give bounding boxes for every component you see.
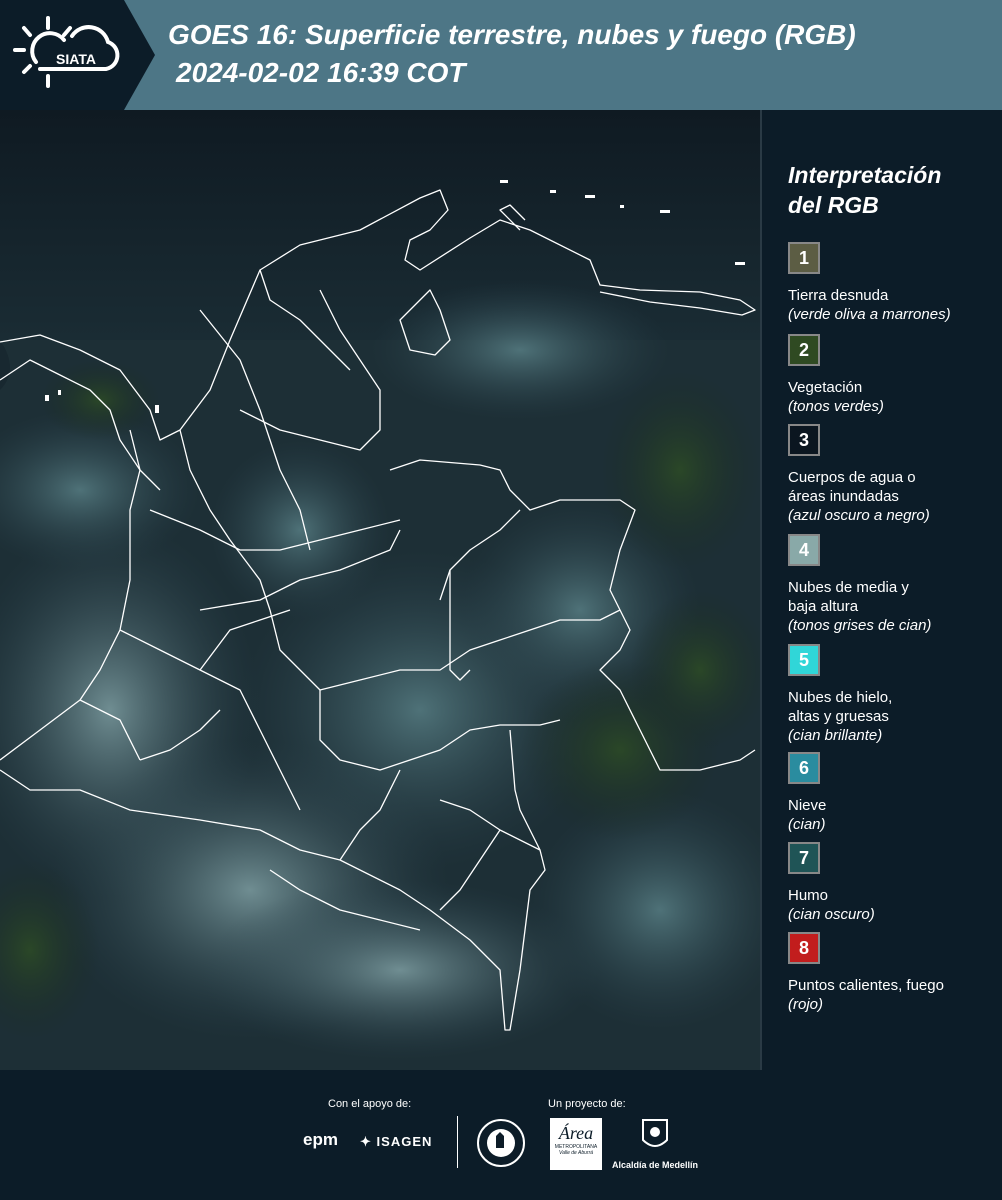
isagen-logo: ✦ ISAGEN (360, 1134, 432, 1150)
footer: Con el apoyo de: Un proyecto de: epm ✦ I… (0, 1070, 1002, 1200)
project-caption: Un proyecto de: (548, 1098, 626, 1110)
legend-swatch: 7 (788, 842, 820, 874)
legend-swatch: 1 (788, 242, 820, 274)
legend-swatch: 8 (788, 932, 820, 964)
area-metropolitana-logo: Área METROPOLITANA Valle de Aburrá (550, 1118, 602, 1170)
legend-sublabel: (azul oscuro a negro) (788, 507, 930, 524)
page-title: GOES 16: Superficie terrestre, nubes y f… (168, 16, 856, 92)
legend-swatch: 2 (788, 334, 820, 366)
legend-swatch: 3 (788, 424, 820, 456)
legend-sublabel: (cian brillante) (788, 727, 883, 744)
legend-swatch: 6 (788, 752, 820, 784)
legend-item: 8 Puntos calientes, fuego (rojo) (788, 932, 988, 1014)
legend-panel: Interpretación del RGB (788, 160, 998, 240)
legend-item: 1 Tierra desnuda (verde oliva a marrones) (788, 242, 988, 324)
legend-label: Cuerpos de agua o áreas inundadas (788, 469, 916, 505)
legend-label: Vegetación (788, 379, 863, 396)
support-caption: Con el apoyo de: (328, 1098, 412, 1110)
footer-divider (457, 1116, 458, 1168)
title-line2: 2024-02-02 16:39 COT (176, 57, 466, 88)
legend-item: 7 Humo (cian oscuro) (788, 842, 988, 924)
epm-logo: epm (303, 1130, 338, 1149)
legend-label: Puntos calientes, fuego (788, 977, 944, 994)
legend-label: Nieve (788, 797, 827, 814)
legend-title: Interpretación del RGB (788, 162, 942, 218)
legend-label: Nubes de media y baja altura (788, 579, 909, 615)
legend-sublabel: (tonos verdes) (788, 398, 884, 415)
legend-swatch: 4 (788, 534, 820, 566)
area-sub-text: Valle de Aburrá (558, 1150, 594, 1156)
legend-sublabel: (cian oscuro) (788, 906, 875, 923)
isagen-label: ISAGEN (376, 1134, 433, 1149)
legend-item: 6 Nieve (cian) (788, 752, 988, 834)
legend-label: Nubes de hielo, altas y gruesas (788, 689, 893, 725)
legend-sublabel: (rojo) (788, 996, 824, 1013)
alcaldia-label: Alcaldía de Medellín (612, 1160, 699, 1170)
siata-logo-tab: SIATA (0, 0, 155, 110)
legend-label: Tierra desnuda (788, 287, 889, 304)
legend-sublabel: (cian) (788, 816, 826, 833)
isagen-icon: ✦ (360, 1134, 372, 1149)
title-line1: GOES 16: Superficie terrestre, nubes y f… (168, 19, 856, 50)
legend-item: 5 Nubes de hielo, altas y gruesas (cian br… (788, 644, 988, 745)
legend-item: 3 Cuerpos de agua o áreas inundadas (azul … (788, 424, 988, 525)
legend-label: Humo (788, 887, 829, 904)
medellin-seal-icon (477, 1119, 525, 1167)
satellite-map[interactable] (0, 110, 760, 1070)
area-logo-text: Área (558, 1123, 594, 1143)
legend-item: 4 Nubes de media y baja altura (tonos gris… (788, 534, 988, 635)
legend-sublabel: (verde oliva a marrones) (788, 306, 951, 323)
legend-item: 2 Vegetación (tonos verdes) (788, 334, 988, 416)
header-bar: SIATA GOES 16: Superficie terrestre, nub… (0, 0, 1002, 110)
siata-logo-icon: SIATA (13, 16, 120, 88)
legend-sublabel: (tonos grises de cian) (788, 617, 932, 634)
caribbean-sea (0, 110, 760, 340)
alcaldia-shield-icon (642, 1119, 668, 1147)
legend-swatch: 5 (788, 644, 820, 676)
logo-text: SIATA (56, 51, 96, 67)
